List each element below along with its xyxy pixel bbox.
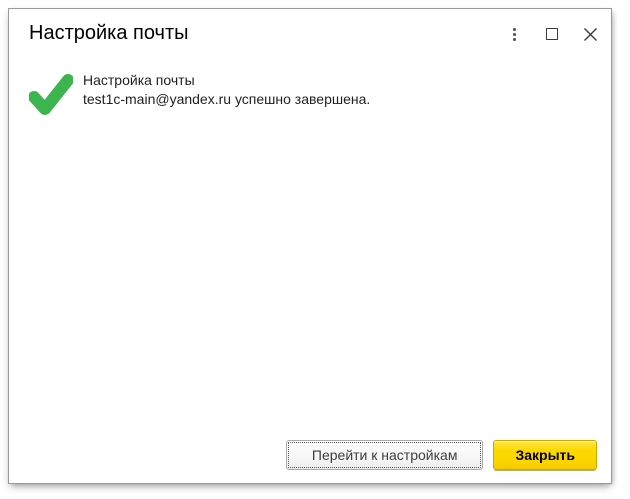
dialog-title: Настройка почты	[29, 22, 189, 44]
success-checkmark-icon	[29, 74, 73, 115]
status-message-line2: test1c-main@yandex.ru успешно завершена.	[83, 91, 371, 107]
more-options-icon[interactable]	[495, 16, 533, 52]
close-icon[interactable]	[571, 16, 609, 52]
status-message: Настройка почты test1c-main@yandex.ru ус…	[83, 71, 370, 109]
status-message-row: Настройка почты test1c-main@yandex.ru ус…	[29, 64, 370, 118]
maximize-icon[interactable]	[533, 16, 571, 52]
close-button[interactable]: Закрыть	[493, 440, 597, 470]
go-to-settings-button[interactable]: Перейти к настройкам	[285, 440, 484, 470]
footer-button-bar: Перейти к настройкам Закрыть	[285, 440, 597, 470]
window-controls	[495, 9, 611, 59]
status-message-line1: Настройка почты	[83, 72, 195, 88]
title-bar: Настройка почты	[9, 9, 611, 59]
dialog-window: Настройка почты Настройка почты test1c-m…	[8, 8, 612, 484]
